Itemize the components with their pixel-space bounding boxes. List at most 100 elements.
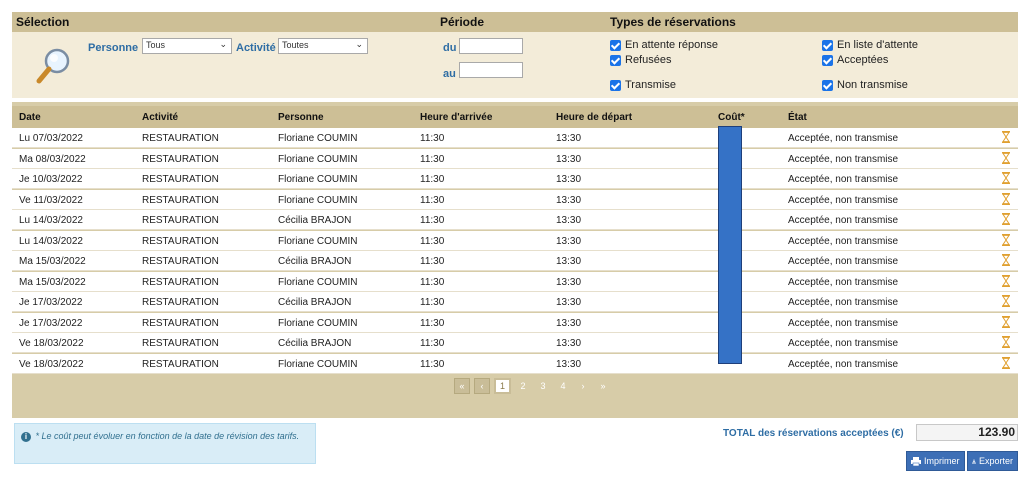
cell-etat: Acceptée, non transmise — [788, 358, 899, 370]
activite-select[interactable]: Toutes ⌄ — [278, 38, 368, 54]
cell-heure-depart: 13:30 — [556, 276, 582, 288]
total-label: TOTAL des réservations acceptées (€) — [723, 428, 904, 439]
checkbox-transmise[interactable]: Transmise — [610, 79, 676, 91]
checkbox-checked-icon[interactable] — [822, 39, 833, 51]
checkbox-label: Transmise — [625, 79, 676, 91]
cell-date: Ma 15/03/2022 — [19, 256, 86, 267]
checkbox-checked-icon[interactable] — [610, 54, 621, 66]
table-row[interactable]: Lu 07/03/2022 RESTAURATION Floriane COUMIN… — [12, 128, 1018, 148]
cell-personne: Floriane COUMIN — [278, 133, 358, 144]
checkbox-label: En attente réponse — [625, 39, 718, 51]
pagination-page-1[interactable]: 1 — [494, 378, 512, 394]
cost-column-redaction — [718, 126, 742, 364]
cell-heure-arrivee: 11:30 — [420, 338, 445, 349]
cell-activite: RESTAURATION — [142, 235, 219, 247]
table-row[interactable]: Ve 18/03/2022 RESTAURATION Floriane COUMIN… — [12, 353, 1018, 374]
pagination-next-button[interactable]: › — [575, 378, 591, 394]
activite-label: Activité — [236, 42, 276, 54]
section-title-periode: Période — [440, 15, 485, 29]
cell-activite: RESTAURATION — [142, 174, 219, 185]
cell-personne: Floriane COUMIN — [278, 317, 358, 329]
cell-date: Ve 18/03/2022 — [19, 338, 84, 349]
checkbox-non-transmise[interactable]: Non transmise — [822, 79, 908, 91]
column-header-heure-arrivee[interactable]: Heure d'arrivée — [420, 112, 492, 123]
cost-info-note: i * Le coût peut évoluer en fonction de … — [14, 423, 316, 464]
column-header-activite[interactable]: Activité — [142, 112, 178, 123]
cell-heure-depart: 13:30 — [556, 297, 582, 308]
checkbox-label: Refusées — [625, 54, 672, 66]
pagination-last-button[interactable]: » — [595, 378, 611, 394]
checkbox-checked-icon[interactable] — [822, 79, 833, 91]
hourglass-icon — [1002, 213, 1010, 225]
print-button[interactable]: Imprimer — [906, 451, 965, 471]
cell-personne: Floriane COUMIN — [278, 235, 358, 247]
print-button-label: Imprimer — [924, 456, 960, 466]
search-icon[interactable] — [34, 46, 74, 86]
hourglass-icon — [1002, 295, 1010, 307]
cell-etat: Acceptée, non transmise — [788, 174, 899, 185]
cell-etat: Acceptée, non transmise — [788, 297, 899, 308]
date-from-input[interactable] — [459, 38, 523, 54]
cell-etat: Acceptée, non transmise — [788, 317, 899, 329]
cell-date: Je 17/03/2022 — [19, 317, 83, 329]
personne-select[interactable]: Tous ⌄ — [142, 38, 232, 54]
cell-activite: RESTAURATION — [142, 153, 219, 165]
date-to-input[interactable] — [459, 62, 523, 78]
checkbox-checked-icon[interactable] — [822, 54, 833, 66]
cell-heure-arrivee: 11:30 — [420, 317, 445, 329]
table-row[interactable]: Je 17/03/2022 RESTAURATION Cécilia BRAJON 1… — [12, 292, 1018, 312]
pagination-page-2[interactable]: 2 — [515, 378, 531, 394]
column-header-cout[interactable]: Coût* — [718, 112, 745, 123]
section-title-types: Types de réservations — [610, 15, 736, 29]
activite-select-value: Toutes — [282, 40, 309, 50]
hourglass-icon — [1002, 172, 1010, 184]
table-row[interactable]: Lu 14/03/2022 RESTAURATION Cécilia BRAJON 1… — [12, 210, 1018, 230]
cell-activite: RESTAURATION — [142, 194, 219, 206]
cell-heure-arrivee: 11:30 — [420, 358, 445, 370]
pagination-prev-button[interactable]: ‹ — [474, 378, 490, 394]
hourglass-icon — [1002, 356, 1010, 369]
checkbox-checked-icon[interactable] — [610, 39, 621, 51]
checkbox-refusees[interactable]: Refusées — [610, 54, 671, 66]
table-row[interactable]: Ve 11/03/2022 RESTAURATION Floriane COUMIN… — [12, 189, 1018, 210]
cell-heure-depart: 13:30 — [556, 215, 582, 226]
checkbox-checked-icon[interactable] — [610, 79, 621, 91]
cell-date: Ma 08/03/2022 — [19, 153, 86, 165]
table-row[interactable]: Lu 14/03/2022 RESTAURATION Floriane COUMIN… — [12, 230, 1018, 251]
au-label: au — [443, 68, 456, 80]
hourglass-icon — [1002, 192, 1010, 205]
cell-personne: Floriane COUMIN — [278, 358, 358, 370]
checkbox-label: Non transmise — [837, 79, 908, 91]
cell-personne: Cécilia BRAJON — [278, 297, 352, 308]
cell-personne: Floriane COUMIN — [278, 194, 358, 206]
column-header-personne[interactable]: Personne — [278, 112, 324, 123]
pagination-page-4[interactable]: 4 — [555, 378, 571, 394]
table-row[interactable]: Ma 15/03/2022 RESTAURATION Cécilia BRAJON 1… — [12, 251, 1018, 271]
column-header-heure-depart[interactable]: Heure de départ — [556, 112, 632, 123]
cell-date: Je 17/03/2022 — [19, 297, 83, 308]
pagination-first-button[interactable]: « — [454, 378, 470, 394]
cell-etat: Acceptée, non transmise — [788, 276, 899, 288]
column-header-date[interactable]: Date — [19, 112, 41, 123]
cell-heure-depart: 13:30 — [556, 358, 582, 370]
checkbox-en-attente-reponse[interactable]: En attente réponse — [610, 39, 718, 51]
cell-date: Lu 14/03/2022 — [19, 235, 83, 247]
table-row[interactable]: Je 17/03/2022 RESTAURATION Floriane COUMIN… — [12, 312, 1018, 333]
table-row[interactable]: Je 10/03/2022 RESTAURATION Floriane COUMIN… — [12, 169, 1018, 189]
cell-date: Ve 11/03/2022 — [19, 194, 83, 206]
table-row[interactable]: Ve 18/03/2022 RESTAURATION Cécilia BRAJON 1… — [12, 333, 1018, 353]
checkbox-en-liste-attente[interactable]: En liste d'attente — [822, 39, 918, 51]
export-button[interactable]: Exporter — [967, 451, 1018, 471]
checkbox-acceptees[interactable]: Acceptées — [822, 54, 888, 66]
column-header-etat[interactable]: État — [788, 112, 807, 123]
cell-date: Lu 07/03/2022 — [19, 133, 83, 144]
cell-heure-arrivee: 11:30 — [420, 276, 445, 288]
cell-personne: Floriane COUMIN — [278, 153, 358, 165]
cell-heure-arrivee: 11:30 — [420, 174, 445, 185]
cell-personne: Cécilia BRAJON — [278, 256, 352, 267]
pagination-page-3[interactable]: 3 — [535, 378, 551, 394]
table-row[interactable]: Ma 08/03/2022 RESTAURATION Floriane COUMIN… — [12, 148, 1018, 169]
cell-heure-depart: 13:30 — [556, 153, 582, 165]
table-row[interactable]: Ma 15/03/2022 RESTAURATION Floriane COUMIN… — [12, 271, 1018, 292]
du-label: du — [443, 42, 457, 54]
